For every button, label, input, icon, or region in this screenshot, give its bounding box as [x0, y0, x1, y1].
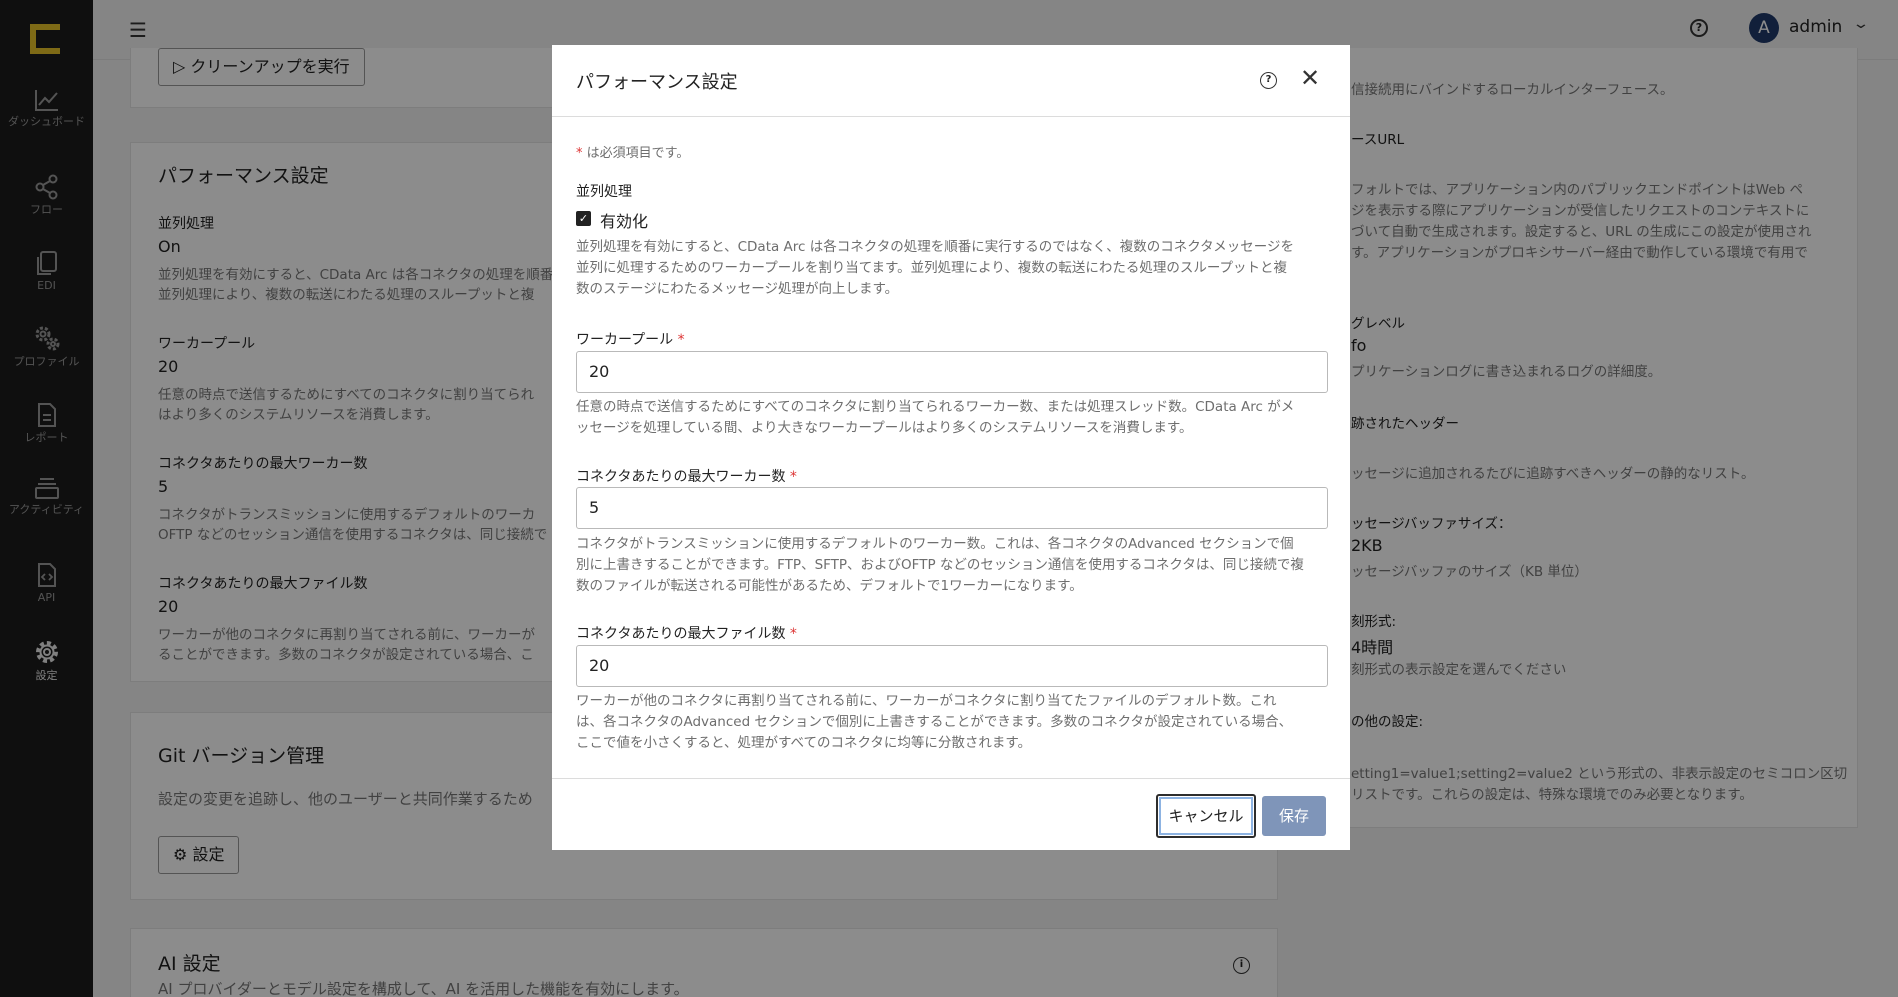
required-note: * は必須項目です。	[576, 142, 689, 161]
max-workers-label: コネクタあたりの最大ワーカー数 *	[576, 466, 797, 486]
performance-settings-dialog: パフォーマンス設定 ? ✕ * は必須項目です。 並列処理 ✓ 有効化 並列処理…	[552, 45, 1350, 850]
enable-label[interactable]: 有効化	[600, 208, 648, 232]
required-star: *	[789, 626, 797, 642]
field-desc: ワーカーが他のコネクタに再割り当てされる前に、ワーカーがコネクタに割り当てたファ…	[576, 693, 1277, 709]
save-button[interactable]: 保存	[1262, 796, 1326, 836]
help-icon[interactable]: ?	[1260, 72, 1277, 89]
max-files-label-text: コネクタあたりの最大ファイル数	[576, 626, 786, 642]
dialog-header: パフォーマンス設定 ? ✕	[552, 45, 1350, 117]
max-workers-input[interactable]: 5	[576, 487, 1328, 529]
worker-pool-input[interactable]: 20	[576, 351, 1328, 393]
field-desc: 並列に処理するためのワーカープールを割り当てます。並列処理により、複数の転送にわ…	[576, 260, 1288, 276]
field-desc: 任意の時点で送信するためにすべてのコネクタに割り当てられるワーカー数、または処理…	[576, 399, 1295, 415]
enable-parallel-checkbox[interactable]: ✓	[576, 211, 591, 226]
field-desc: 数のステージにわたるメッセージ処理が向上します。	[576, 281, 899, 297]
field-desc: 数のファイルが転送される可能性があるため、デフォルトで1ワーカーになります。	[576, 578, 1083, 594]
dialog-footer-divider	[552, 778, 1350, 779]
required-note-text: は必須項目です。	[582, 146, 690, 161]
required-star: *	[789, 469, 797, 485]
required-star: *	[677, 332, 685, 348]
field-desc: ッセージを処理している間、より大きなワーカープールはより多くのシステムリソースを…	[576, 420, 1193, 436]
max-workers-label-text: コネクタあたりの最大ワーカー数	[576, 469, 786, 485]
field-desc: は、各コネクタのAdvanced セクションで個別に上書きすることができます。多…	[576, 714, 1293, 730]
worker-pool-label: ワーカープール *	[576, 329, 685, 349]
field-desc: 並列処理を有効にすると、CData Arc は各コネクタの処理を順番に実行するの…	[576, 239, 1294, 255]
dialog-title: パフォーマンス設定	[576, 72, 738, 93]
worker-pool-label-text: ワーカープール	[576, 332, 674, 348]
max-files-input[interactable]: 20	[576, 645, 1328, 687]
parallel-label: 並列処理	[576, 184, 632, 200]
max-files-label: コネクタあたりの最大ファイル数 *	[576, 623, 797, 643]
field-desc: ここで値を小さくすると、処理がすべてのコネクタに均等に分散されます。	[576, 735, 1032, 751]
close-icon[interactable]: ✕	[1300, 66, 1320, 90]
field-desc: 別に上書きすることができます。FTP、SFTP、およびOFTP などのセッション…	[576, 557, 1304, 573]
field-desc: コネクタがトランスミッションに使用するデフォルトのワーカー数。これは、各コネクタ…	[576, 536, 1294, 552]
cancel-button[interactable]: キャンセル	[1156, 794, 1256, 838]
